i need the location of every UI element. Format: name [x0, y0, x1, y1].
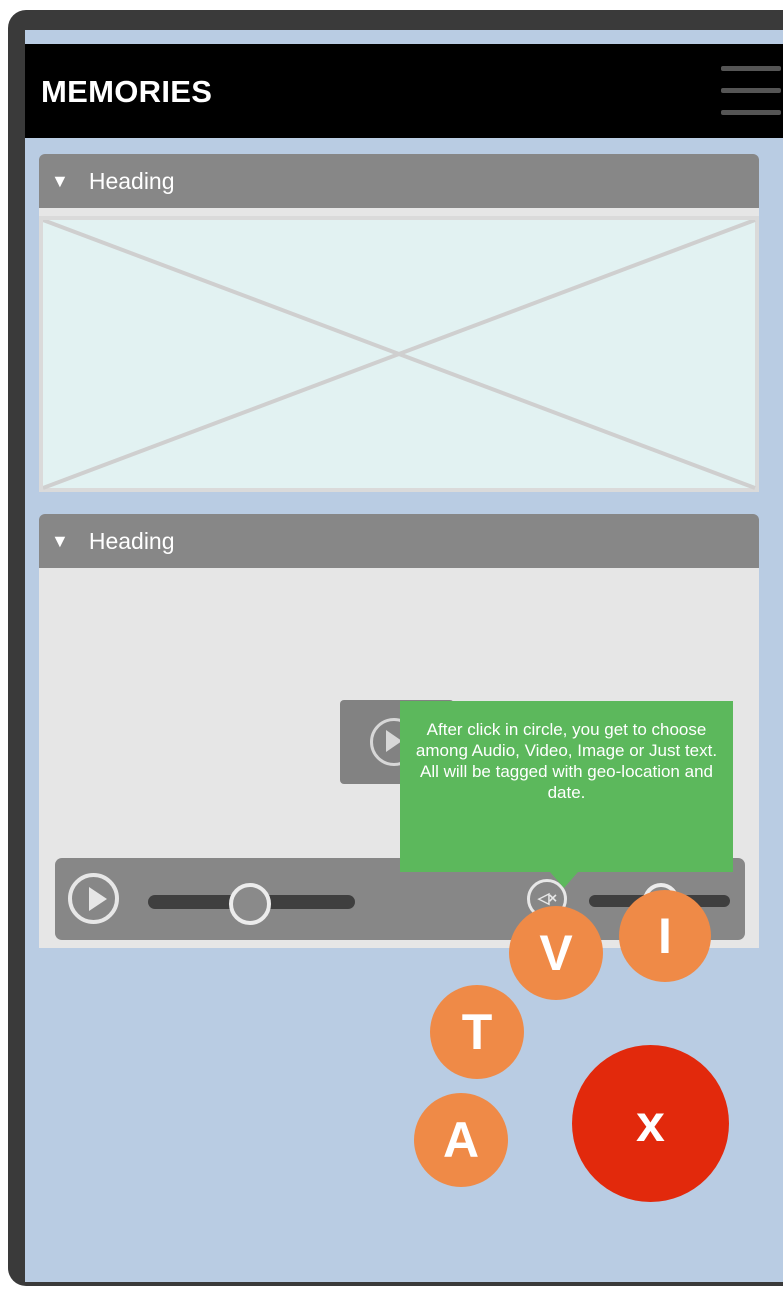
tooltip-pointer [550, 872, 578, 888]
add-text-button[interactable]: T [430, 985, 524, 1079]
collapse-caret-icon[interactable]: ▼ [51, 531, 69, 552]
app-title: MEMORIES [41, 74, 213, 109]
app-screen: MEMORIES ▼ Heading ▼ Heading ◁× After cl… [25, 30, 783, 1282]
close-fab-button[interactable]: x [572, 1045, 729, 1202]
image-placeholder [39, 216, 759, 492]
panel-header[interactable]: ▼ Heading [39, 154, 759, 208]
hamburger-menu-icon[interactable] [721, 64, 783, 120]
app-bar: MEMORIES [25, 44, 783, 138]
play-button[interactable] [68, 873, 119, 924]
collapse-caret-icon[interactable]: ▼ [51, 171, 69, 192]
panel-header[interactable]: ▼ Heading [39, 514, 759, 568]
help-tooltip: After click in circle, you get to choose… [400, 701, 733, 872]
memory-panel-image: ▼ Heading [39, 154, 759, 492]
add-video-button[interactable]: V [509, 906, 603, 1000]
panel-divider [39, 208, 759, 216]
add-audio-button[interactable]: A [414, 1093, 508, 1187]
add-image-button[interactable]: I [619, 890, 711, 982]
panel-heading: Heading [88, 527, 175, 554]
panel-heading: Heading [88, 167, 175, 194]
placeholder-cross-icon [43, 220, 756, 490]
play-icon [89, 887, 107, 911]
seek-handle[interactable] [229, 883, 271, 925]
